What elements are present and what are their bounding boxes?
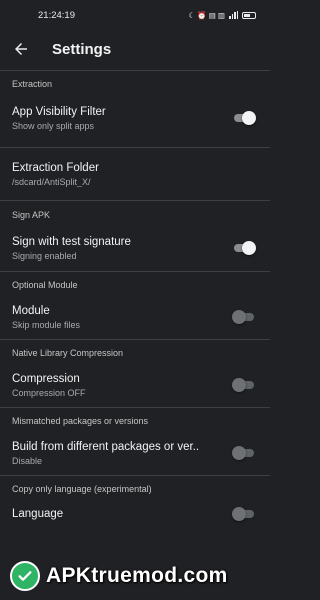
app-visibility-filter-toggle[interactable] xyxy=(232,111,256,125)
setting-subtitle: Skip module files xyxy=(12,319,81,330)
section-header-optional-module: Optional Module xyxy=(12,280,78,290)
status-time: 21:24:19 xyxy=(38,9,75,21)
setting-compression[interactable]: Compression Compression OFF xyxy=(0,363,270,407)
page-title: Settings xyxy=(52,40,112,58)
divider xyxy=(0,407,270,408)
section-header-copy-language: Copy only language (experimental) xyxy=(12,484,152,494)
setting-title: Extraction Folder xyxy=(12,161,99,174)
setting-subtitle: Disable xyxy=(12,455,43,466)
module-toggle[interactable] xyxy=(232,310,256,324)
section-header-extraction: Extraction xyxy=(12,79,53,89)
signal-icon xyxy=(229,11,238,19)
status-indicators: ☾ ⏰ ▤ ▥ xyxy=(188,10,226,20)
setting-app-visibility-filter[interactable]: App Visibility Filter Show only split ap… xyxy=(0,97,270,139)
compression-toggle[interactable] xyxy=(232,378,256,392)
setting-extraction-folder[interactable]: Extraction Folder /sdcard/AntiSplit_X/ xyxy=(0,148,270,200)
setting-sign-test-signature[interactable]: Sign with test signature Signing enabled xyxy=(0,225,270,271)
arrow-left-icon[interactable] xyxy=(12,40,30,58)
settings-list: Extraction App Visibility Filter Show on… xyxy=(0,71,270,529)
status-icons: ☾ ⏰ ▤ ▥ xyxy=(188,10,256,20)
setting-title: App Visibility Filter xyxy=(12,105,106,118)
section-header-native-compression: Native Library Compression xyxy=(12,348,124,358)
app-bar: Settings xyxy=(0,30,270,68)
setting-subtitle: Signing enabled xyxy=(12,250,77,261)
watermark-logo: APKtruemod.com xyxy=(10,560,228,592)
setting-title: Compression xyxy=(12,372,80,385)
setting-build-different[interactable]: Build from different packages or ver.. D… xyxy=(0,431,270,475)
divider xyxy=(0,475,270,476)
section-header-sign-apk: Sign APK xyxy=(12,210,51,220)
setting-subtitle: /sdcard/AntiSplit_X/ xyxy=(12,176,91,187)
setting-title: Module xyxy=(12,304,50,317)
battery-icon xyxy=(242,11,256,19)
sign-test-signature-toggle[interactable] xyxy=(232,241,256,255)
setting-subtitle: Show only split apps xyxy=(12,120,95,131)
build-different-toggle[interactable] xyxy=(232,446,256,460)
watermark-text: APKtruemod.com xyxy=(46,564,228,587)
setting-language[interactable]: Language xyxy=(0,499,270,529)
divider xyxy=(0,339,270,340)
language-toggle[interactable] xyxy=(232,507,256,521)
setting-module[interactable]: Module Skip module files xyxy=(0,295,270,339)
setting-title: Sign with test signature xyxy=(12,235,131,248)
section-header-mismatched: Mismatched packages or versions xyxy=(12,416,149,426)
status-bar: 21:24:19 ☾ ⏰ ▤ ▥ xyxy=(0,0,270,30)
checkmark-icon xyxy=(10,561,40,591)
setting-title: Language xyxy=(12,508,64,520)
divider xyxy=(0,200,270,201)
setting-subtitle: Compression OFF xyxy=(12,387,86,398)
setting-title: Build from different packages or ver.. xyxy=(12,440,200,453)
divider xyxy=(0,271,270,272)
